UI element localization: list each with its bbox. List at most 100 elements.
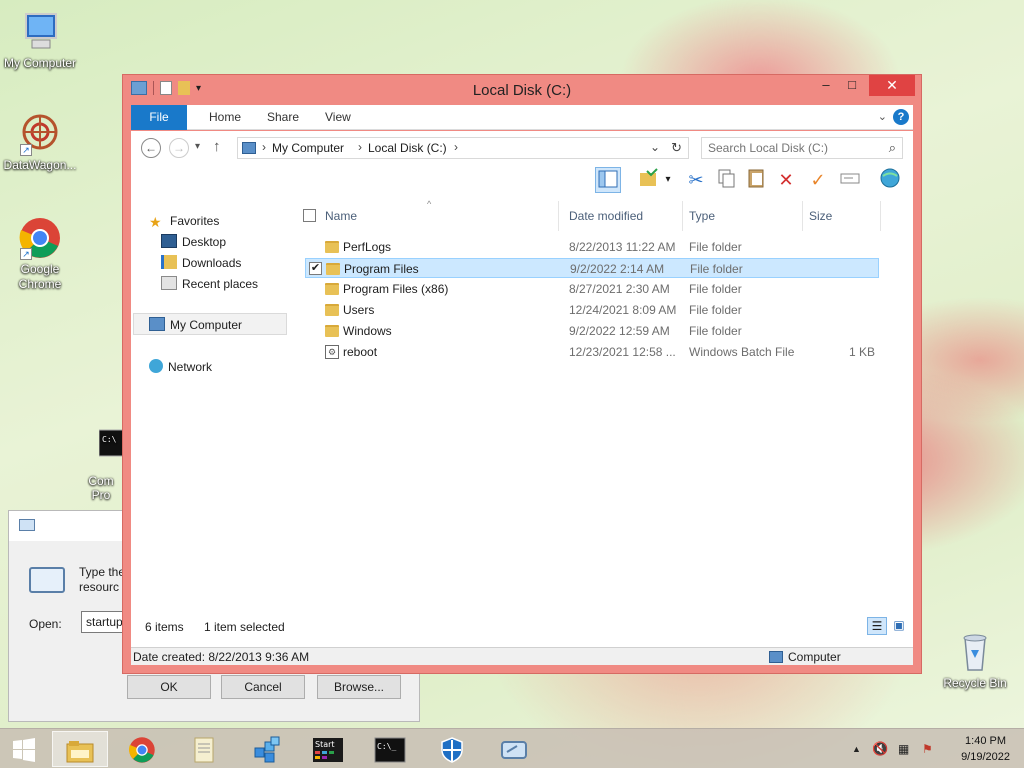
breadcrumb-local-disk[interactable]: Local Disk (C:) (368, 141, 447, 155)
command-prompt-icon: C:\ (92, 428, 122, 472)
help-icon[interactable]: ? (893, 109, 909, 125)
file-row[interactable]: PerfLogs 8/22/2013 11:22 AM File folder (305, 237, 879, 257)
desktop-icon-label: Recycle Bin (943, 676, 1007, 690)
selection-count: 1 item selected (204, 620, 285, 634)
column-header-size[interactable]: Size (803, 201, 881, 231)
nav-network[interactable]: Network (149, 357, 212, 377)
desktop-icon-recycle-bin[interactable]: Recycle Bin (935, 630, 1015, 690)
preview-pane-icon[interactable] (595, 167, 621, 193)
minimize-button[interactable]: – (813, 75, 839, 96)
dropdown-icon[interactable]: ▾ (661, 167, 675, 193)
file-row[interactable]: Program Files (x86) 8/27/2021 2:30 AM Fi… (305, 279, 879, 299)
copy-icon[interactable] (713, 167, 739, 193)
file-type: File folder (690, 262, 743, 276)
taskbar-file-explorer[interactable] (52, 731, 108, 767)
forward-button[interactable]: → (169, 138, 189, 158)
column-header-date-modified[interactable]: Date modified (563, 201, 683, 231)
nav-favorites[interactable]: ★ Favorites (149, 211, 219, 231)
file-date: 8/22/2013 11:22 AM (569, 240, 676, 254)
tab-view[interactable]: View (311, 105, 365, 130)
close-button[interactable]: ✕ (869, 75, 915, 96)
action-center-icon[interactable]: ⚑ (922, 729, 933, 768)
desktop-icon-datawagon[interactable]: ↗ DataWagon... (0, 112, 80, 172)
taskbar-windows-defender[interactable] (424, 731, 480, 767)
desktop-icon-chrome[interactable]: ↗ Google Chrome (0, 216, 80, 292)
folder-icon (326, 263, 340, 275)
file-row[interactable]: Windows 9/2/2022 12:59 AM File folder (305, 321, 879, 341)
star-icon: ★ (149, 214, 162, 230)
taskbar-run[interactable] (486, 731, 542, 767)
address-bar-row: ← → ▾ ↑ › My Computer › Local Disk (C:) … (131, 131, 913, 165)
column-header-name[interactable]: Name (319, 201, 559, 231)
search-icon[interactable]: ⌕ (889, 140, 896, 156)
rename-icon[interactable] (837, 167, 863, 193)
column-header-type[interactable]: Type (683, 201, 803, 231)
taskbar-chrome[interactable] (114, 731, 170, 767)
window-title: Local Disk (C:) (472, 82, 572, 99)
breadcrumb-my-computer[interactable]: My Computer (272, 141, 344, 155)
file-row[interactable]: ⚙ reboot 12/23/2021 12:58 ... Windows Ba… (305, 342, 879, 362)
cut-icon[interactable]: ✂ (683, 167, 709, 193)
nav-item-label: Recent places (182, 277, 259, 291)
chrome-icon: ↗ (18, 216, 62, 260)
file-name: PerfLogs (343, 240, 392, 254)
taskbar-registry-editor[interactable] (238, 731, 294, 767)
ribbon-expand-icon[interactable]: ⌄ (878, 110, 887, 123)
file-name: Users (343, 303, 375, 317)
search-input[interactable] (702, 138, 872, 158)
nav-my-computer[interactable]: My Computer (149, 315, 242, 335)
desktop-icon-label: DataWagon... (3, 158, 77, 172)
clock[interactable]: 1:40 PM 9/19/2022 (961, 733, 1010, 765)
svg-text:C:\: C:\ (102, 435, 117, 444)
file-type: File folder (689, 324, 742, 338)
delete-icon[interactable]: ✕ (773, 167, 799, 193)
rename-check-icon[interactable]: ✓ (805, 167, 831, 193)
file-type: File folder (689, 282, 742, 296)
file-row-selected[interactable]: ✔ Program Files 9/2/2022 2:14 AM File fo… (305, 258, 879, 278)
paste-icon[interactable] (743, 167, 769, 193)
search-box[interactable]: ⌕ (701, 137, 903, 159)
run-browse-button[interactable]: Browse... (317, 675, 401, 699)
recent-locations-icon[interactable]: ▾ (195, 141, 200, 152)
maximize-button[interactable]: □ (839, 75, 865, 96)
row-checkbox-checked[interactable]: ✔ (309, 262, 322, 275)
show-hidden-icons[interactable]: ▲ (852, 729, 861, 768)
details-view-icon[interactable]: ☰ (867, 617, 887, 635)
large-icons-view-icon[interactable]: ▣ (889, 617, 909, 635)
taskbar-notepad[interactable] (176, 731, 232, 767)
nav-my-computer-label: My Computer (170, 318, 243, 332)
desktop-icon-my-computer[interactable]: My Computer (0, 10, 80, 70)
back-button[interactable]: ← (141, 138, 161, 158)
address-bar[interactable]: › My Computer › Local Disk (C:) › ⌄ ↻ (237, 137, 689, 159)
refresh-icon[interactable]: ↻ (671, 140, 682, 156)
svg-text:C:\_: C:\_ (377, 742, 396, 751)
volume-muted-icon[interactable]: 🔇 (872, 729, 888, 768)
run-program-icon (29, 567, 65, 593)
tab-home[interactable]: Home (195, 105, 255, 130)
file-row[interactable]: Users 12/24/2021 8:09 AM File folder (305, 300, 879, 320)
nav-item-desktop[interactable]: Desktop (161, 232, 226, 252)
network-status-icon[interactable]: ▦ (898, 729, 909, 768)
tab-file[interactable]: File (131, 105, 187, 130)
select-all-checkbox[interactable] (303, 209, 316, 222)
run-cancel-button[interactable]: Cancel (221, 675, 305, 699)
tab-share[interactable]: Share (253, 105, 313, 130)
navigation-pane: ★ Favorites Desktop Downloads Recent plac… (131, 201, 293, 613)
run-ok-button[interactable]: OK (127, 675, 211, 699)
ribbon-tabs: File Home Share View ⌄ ? (131, 105, 913, 130)
start-button[interactable] (0, 731, 48, 767)
file-list: ^ Name Date modified Type Size PerfLogs … (295, 199, 913, 613)
nav-favorites-label: Favorites (170, 214, 220, 228)
nav-item-recent-places[interactable]: Recent places (161, 274, 258, 294)
nav-item-downloads[interactable]: Downloads (161, 253, 241, 273)
address-dropdown-icon[interactable]: ⌄ (650, 140, 660, 154)
taskbar-start-app[interactable]: Start (300, 731, 356, 767)
run-open-value: startup (86, 615, 123, 629)
up-button[interactable]: ↑ (213, 138, 221, 155)
explorer-titlebar[interactable]: ▾ Local Disk (C:) – □ ✕ (123, 75, 921, 105)
folder-properties-icon[interactable] (635, 167, 661, 193)
globe-icon[interactable] (877, 167, 903, 193)
location-label: Computer (788, 650, 841, 664)
desktop-icon-command-prompt[interactable]: C:\ Com Pro (62, 428, 122, 502)
taskbar-command-prompt[interactable]: C:\_ (362, 731, 418, 767)
